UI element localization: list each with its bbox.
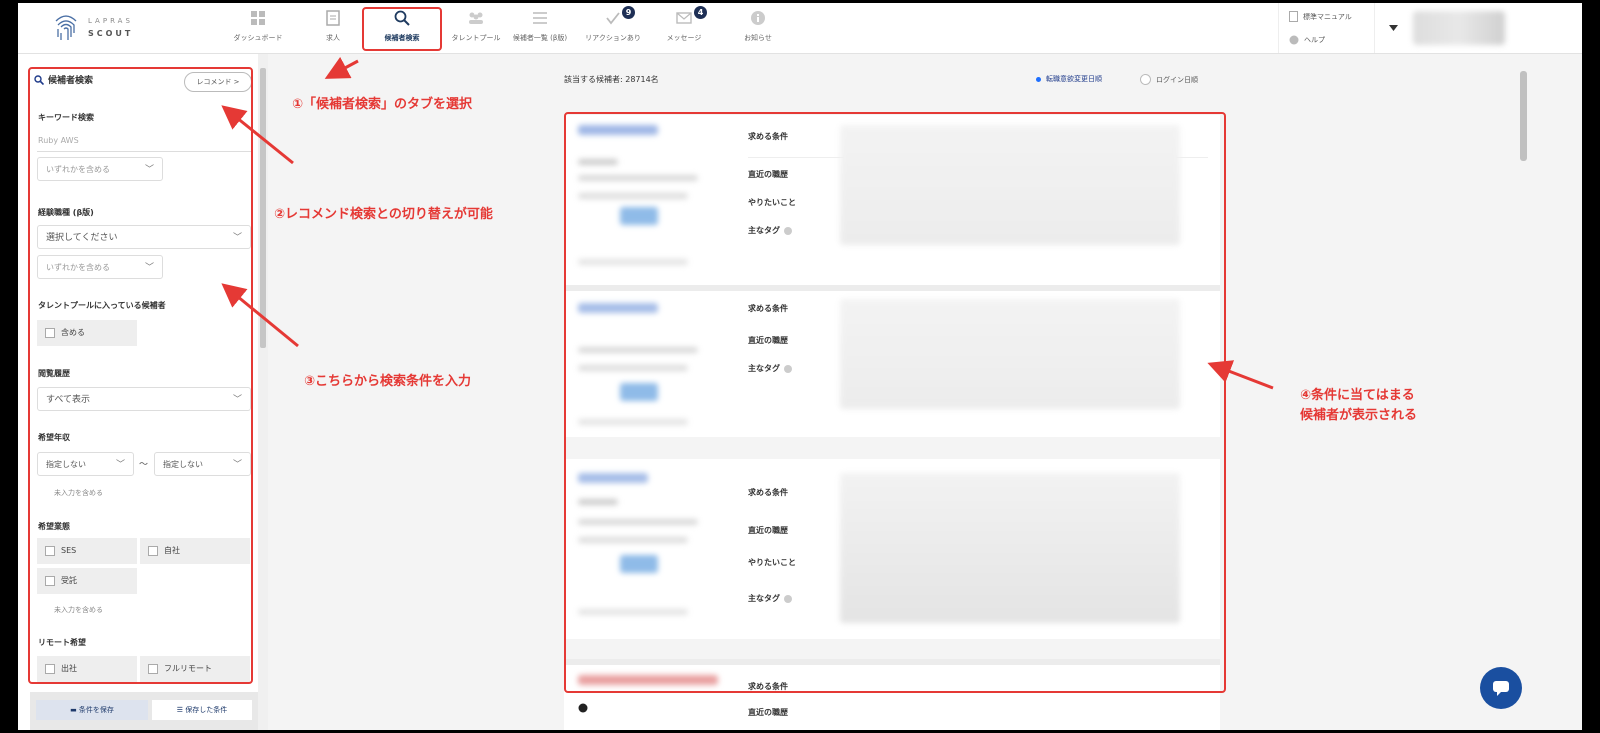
- annotation-step2: ②レコメンド検索との切り替えが可能: [274, 207, 493, 222]
- app-window: LAPRAS SCOUT ダッシュボード 求人 候補者検索 タレントプール 候補…: [18, 3, 1582, 730]
- annotation-step3: ③こちらから検索条件を入力: [304, 374, 472, 389]
- annotation-step1: ①「候補者検索」のタブを選択: [292, 97, 473, 112]
- annotation-step4-line1: ④条件に当てはまる: [1300, 388, 1415, 403]
- annotation-arrows: [221, 56, 1274, 390]
- annotation-step4-line2: 候補者が表示される: [1300, 408, 1418, 423]
